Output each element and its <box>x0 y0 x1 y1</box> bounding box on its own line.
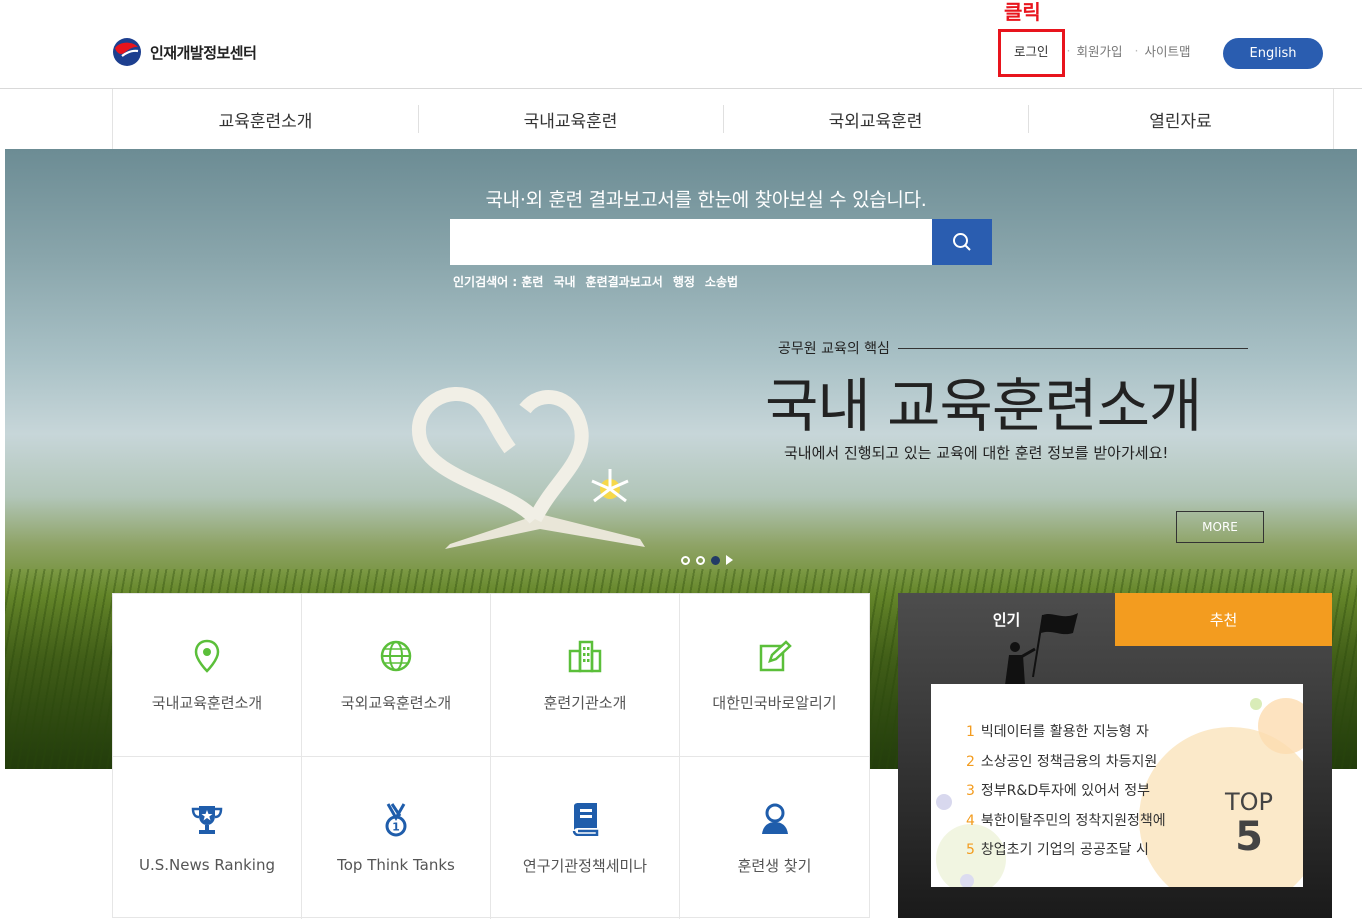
rank-title: 북한이탈주민의 정착지원정책에 <box>980 812 1166 829</box>
rank-title: 정부R&D투자에 있어서 정부 <box>980 783 1151 799</box>
quick-item-label: 국내교육훈련소개 <box>151 693 263 712</box>
taeguk-logo-icon <box>113 38 141 66</box>
quick-item-label: 연구기관정책세미나 <box>522 856 648 875</box>
slide-dot[interactable] <box>681 555 690 565</box>
rank-title: 빅데이터를 활용한 지능형 자 <box>980 724 1149 740</box>
quick-item-domestic[interactable]: 국내교육훈련소개 <box>113 594 302 757</box>
quick-item-label: 훈련기관소개 <box>543 693 627 712</box>
search-input[interactable] <box>450 219 932 265</box>
tab-popular[interactable]: 인기 <box>898 593 1115 646</box>
slide-dot[interactable] <box>696 555 705 565</box>
top5-badge: TOP 5 <box>1225 788 1273 858</box>
keyword-link[interactable]: 국내 <box>553 273 575 290</box>
more-button[interactable]: MORE <box>1176 511 1264 543</box>
rank-number: 3 <box>966 783 975 799</box>
slide-subtitle: 공무원 교육의 핵심 <box>778 338 1248 358</box>
ranking-card: 1 빅데이터를 활용한 지능형 자 2 소상공인 정책금융의 차등지원 3 정부R&D… <box>931 684 1303 887</box>
utility-nav: 로그인 · 회원가입 · 사이트맵 <box>1014 41 1191 60</box>
quick-menu: 국내교육훈련소개 국외교육훈련소개 훈련기관소개 대한민국바로알리기 U.S.N… <box>112 593 870 919</box>
keyword-link[interactable]: 행정 <box>673 273 695 290</box>
medal-icon: 1 <box>385 803 407 837</box>
slide-description: 국내에서 진행되고 있는 교육에 대한 훈련 정보를 받아가세요! <box>784 444 1169 462</box>
rank-title: 소상공인 정책금융의 차등지원 <box>980 753 1158 770</box>
top-label: TOP <box>1224 788 1273 816</box>
nav-item-domestic-training[interactable]: 국내교육훈련 <box>418 89 723 149</box>
keyword-link[interactable]: 훈련결과보고서 <box>586 273 663 290</box>
quick-item-overseas[interactable]: 국외교육훈련소개 <box>302 594 491 757</box>
slide-pagination <box>681 555 733 565</box>
person-icon <box>761 803 788 834</box>
rank-number: 2 <box>966 753 975 770</box>
slide-title: 국내 교육훈련소개 <box>765 372 1202 440</box>
quick-item-institutions[interactable]: 훈련기관소개 <box>491 594 680 757</box>
keyword-link[interactable]: 소송법 <box>705 273 738 290</box>
location-pin-icon <box>194 639 220 673</box>
english-button[interactable]: English <box>1223 38 1323 69</box>
ranking-item[interactable]: 4 북한이탈주민의 정착지원정책에 <box>966 807 1166 837</box>
globe-icon <box>380 640 412 671</box>
quick-item-label: U.S.News Ranking <box>138 856 275 874</box>
play-icon[interactable] <box>726 555 733 565</box>
nav-item-overseas-training[interactable]: 국외교육훈련 <box>723 89 1028 149</box>
quick-item-promote-korea[interactable]: 대한민국바로알리기 <box>680 594 869 757</box>
search-button[interactable] <box>932 219 992 265</box>
slide-dot-active[interactable] <box>711 555 720 565</box>
quick-item-label: 대한민국바로알리기 <box>712 693 837 712</box>
site-logo[interactable]: 인재개발정보센터 <box>112 37 257 67</box>
building-icon <box>568 640 602 672</box>
ranking-item[interactable]: 2 소상공인 정책금융의 차등지원 <box>966 748 1166 778</box>
rank-title: 창업초기 기업의 공공조달 시 <box>980 842 1149 858</box>
quick-item-label: 훈련생 찾기 <box>737 856 812 875</box>
hero-headline: 국내·외 훈련 결과보고서를 한눈에 찾아보실 수 있습니다. <box>485 189 927 211</box>
signup-link[interactable]: 회원가입 <box>1077 41 1123 60</box>
slide-subtitle-text: 공무원 교육의 핵심 <box>778 341 890 357</box>
edit-icon <box>759 639 792 671</box>
book-heart-image <box>411 387 645 549</box>
rank-number: 5 <box>966 842 975 858</box>
quick-item-label: 국외교육훈련소개 <box>340 693 452 712</box>
separator: · <box>1134 43 1139 58</box>
ranking-item[interactable]: 3 정부R&D투자에 있어서 정부 <box>966 777 1166 807</box>
login-link[interactable]: 로그인 <box>1014 41 1049 60</box>
search-icon <box>953 233 971 251</box>
top-number: 5 <box>1235 814 1263 860</box>
popular-keywords: 인기검색어 : 훈련 국내 훈련결과보고서 행정 소송법 <box>453 273 738 290</box>
book-icon <box>572 802 599 836</box>
rank-number: 1 <box>966 724 975 740</box>
nav-item-open-data[interactable]: 열린자료 <box>1028 89 1333 149</box>
logo-text: 인재개발정보센터 <box>150 43 257 62</box>
sitemap-link[interactable]: 사이트맵 <box>1145 41 1191 60</box>
quick-item-find-trainee[interactable]: 훈련생 찾기 <box>680 757 869 919</box>
quick-item-seminar[interactable]: 연구기관정책세미나 <box>491 757 680 919</box>
tab-recommend[interactable]: 추천 <box>1115 593 1332 646</box>
trophy-icon <box>191 806 223 834</box>
quick-item-think-tanks[interactable]: 1 Top Think Tanks <box>302 757 491 919</box>
ranking-panel: 인기 추천 1 빅데이터를 활용한 지능형 자 2 소상공인 정책금융의 차등지원 … <box>898 593 1332 918</box>
main-nav: 교육훈련소개 국내교육훈련 국외교육훈련 열린자료 <box>112 89 1334 149</box>
quick-item-label: Top Think Tanks <box>337 856 455 874</box>
quick-item-usnews[interactable]: U.S.News Ranking <box>113 757 302 919</box>
click-annotation: 클릭 <box>1004 0 1041 24</box>
popular-label: 인기검색어 : 훈련 <box>453 275 544 289</box>
ranking-item[interactable]: 5 창업초기 기업의 공공조달 시 <box>966 836 1166 866</box>
nav-item-training-intro[interactable]: 교육훈련소개 <box>113 89 418 149</box>
separator: · <box>1066 43 1071 58</box>
subtitle-rule <box>897 347 1248 349</box>
rank-number: 4 <box>966 812 975 829</box>
ranking-item[interactable]: 1 빅데이터를 활용한 지능형 자 <box>966 718 1166 748</box>
svg-text:1: 1 <box>392 821 400 834</box>
ranking-list: 1 빅데이터를 활용한 지능형 자 2 소상공인 정책금융의 차등지원 3 정부R&D… <box>966 718 1166 866</box>
